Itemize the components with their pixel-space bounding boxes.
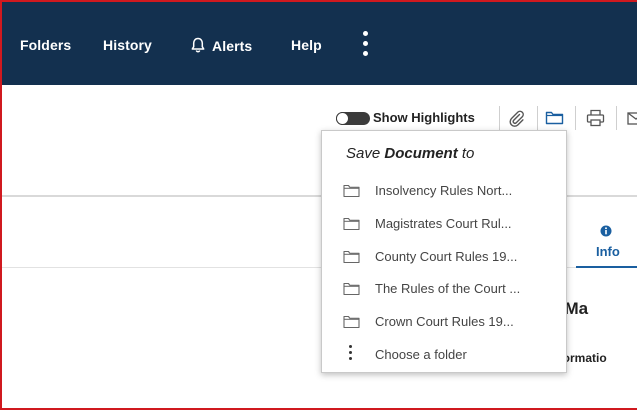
- save-document-menu: Save Document to Insolvency Rules Nort..…: [321, 130, 567, 373]
- choose-folder-label: Choose a folder: [375, 347, 467, 362]
- print-icon[interactable]: [586, 109, 605, 132]
- toolbar-divider: [575, 106, 576, 130]
- folder-option[interactable]: The Rules of the Court ...: [322, 276, 566, 302]
- attachment-icon[interactable]: [507, 109, 525, 132]
- folder-icon: [343, 216, 360, 236]
- folder-icon: [343, 183, 360, 203]
- folder-option-label: The Rules of the Court ...: [375, 281, 521, 296]
- folder-option[interactable]: County Court Rules 19...: [322, 244, 566, 270]
- folder-option[interactable]: Crown Court Rules 19...: [322, 309, 566, 335]
- top-navigation: Folders History Alerts Help: [2, 2, 637, 85]
- folder-icon: [343, 281, 360, 301]
- folder-option-label: Magistrates Court Rul...: [375, 216, 512, 231]
- nav-help[interactable]: Help: [291, 37, 322, 53]
- folder-icon: [343, 249, 360, 269]
- toolbar-divider: [616, 106, 617, 130]
- show-highlights-toggle[interactable]: [336, 112, 370, 125]
- document-toolbar: Show Highlights: [2, 106, 637, 130]
- toolbar-divider: [499, 106, 500, 130]
- show-highlights-label: Show Highlights: [373, 110, 475, 125]
- folder-option[interactable]: Insolvency Rules Nort...: [322, 178, 566, 204]
- folder-option[interactable]: Magistrates Court Rul...: [322, 211, 566, 237]
- folder-icon[interactable]: [545, 109, 564, 131]
- tab-info[interactable]: Info: [576, 220, 637, 268]
- info-icon: [600, 224, 612, 242]
- save-menu-title: Save Document to: [346, 145, 475, 162]
- bell-icon: [191, 37, 205, 56]
- choose-folder-option[interactable]: Choose a folder: [322, 342, 566, 368]
- kebab-vertical-icon[interactable]: [362, 31, 370, 57]
- nav-folders[interactable]: Folders: [20, 37, 71, 53]
- folder-option-label: Insolvency Rules Nort...: [375, 183, 513, 198]
- app-frame: Folders History Alerts Help Show Highlig…: [0, 0, 637, 410]
- nav-alerts-label: Alerts: [212, 38, 253, 54]
- nav-history[interactable]: History: [103, 37, 152, 53]
- tab-info-label: Info: [596, 244, 620, 259]
- kebab-vertical-icon: [348, 345, 354, 365]
- folder-option-label: County Court Rules 19...: [375, 249, 518, 264]
- folder-option-label: Crown Court Rules 19...: [375, 314, 514, 329]
- email-icon[interactable]: [627, 109, 637, 132]
- folder-icon: [343, 314, 360, 334]
- tab-active-indicator: [576, 266, 637, 268]
- toolbar-divider: [537, 106, 538, 130]
- nav-alerts[interactable]: Alerts: [191, 37, 252, 56]
